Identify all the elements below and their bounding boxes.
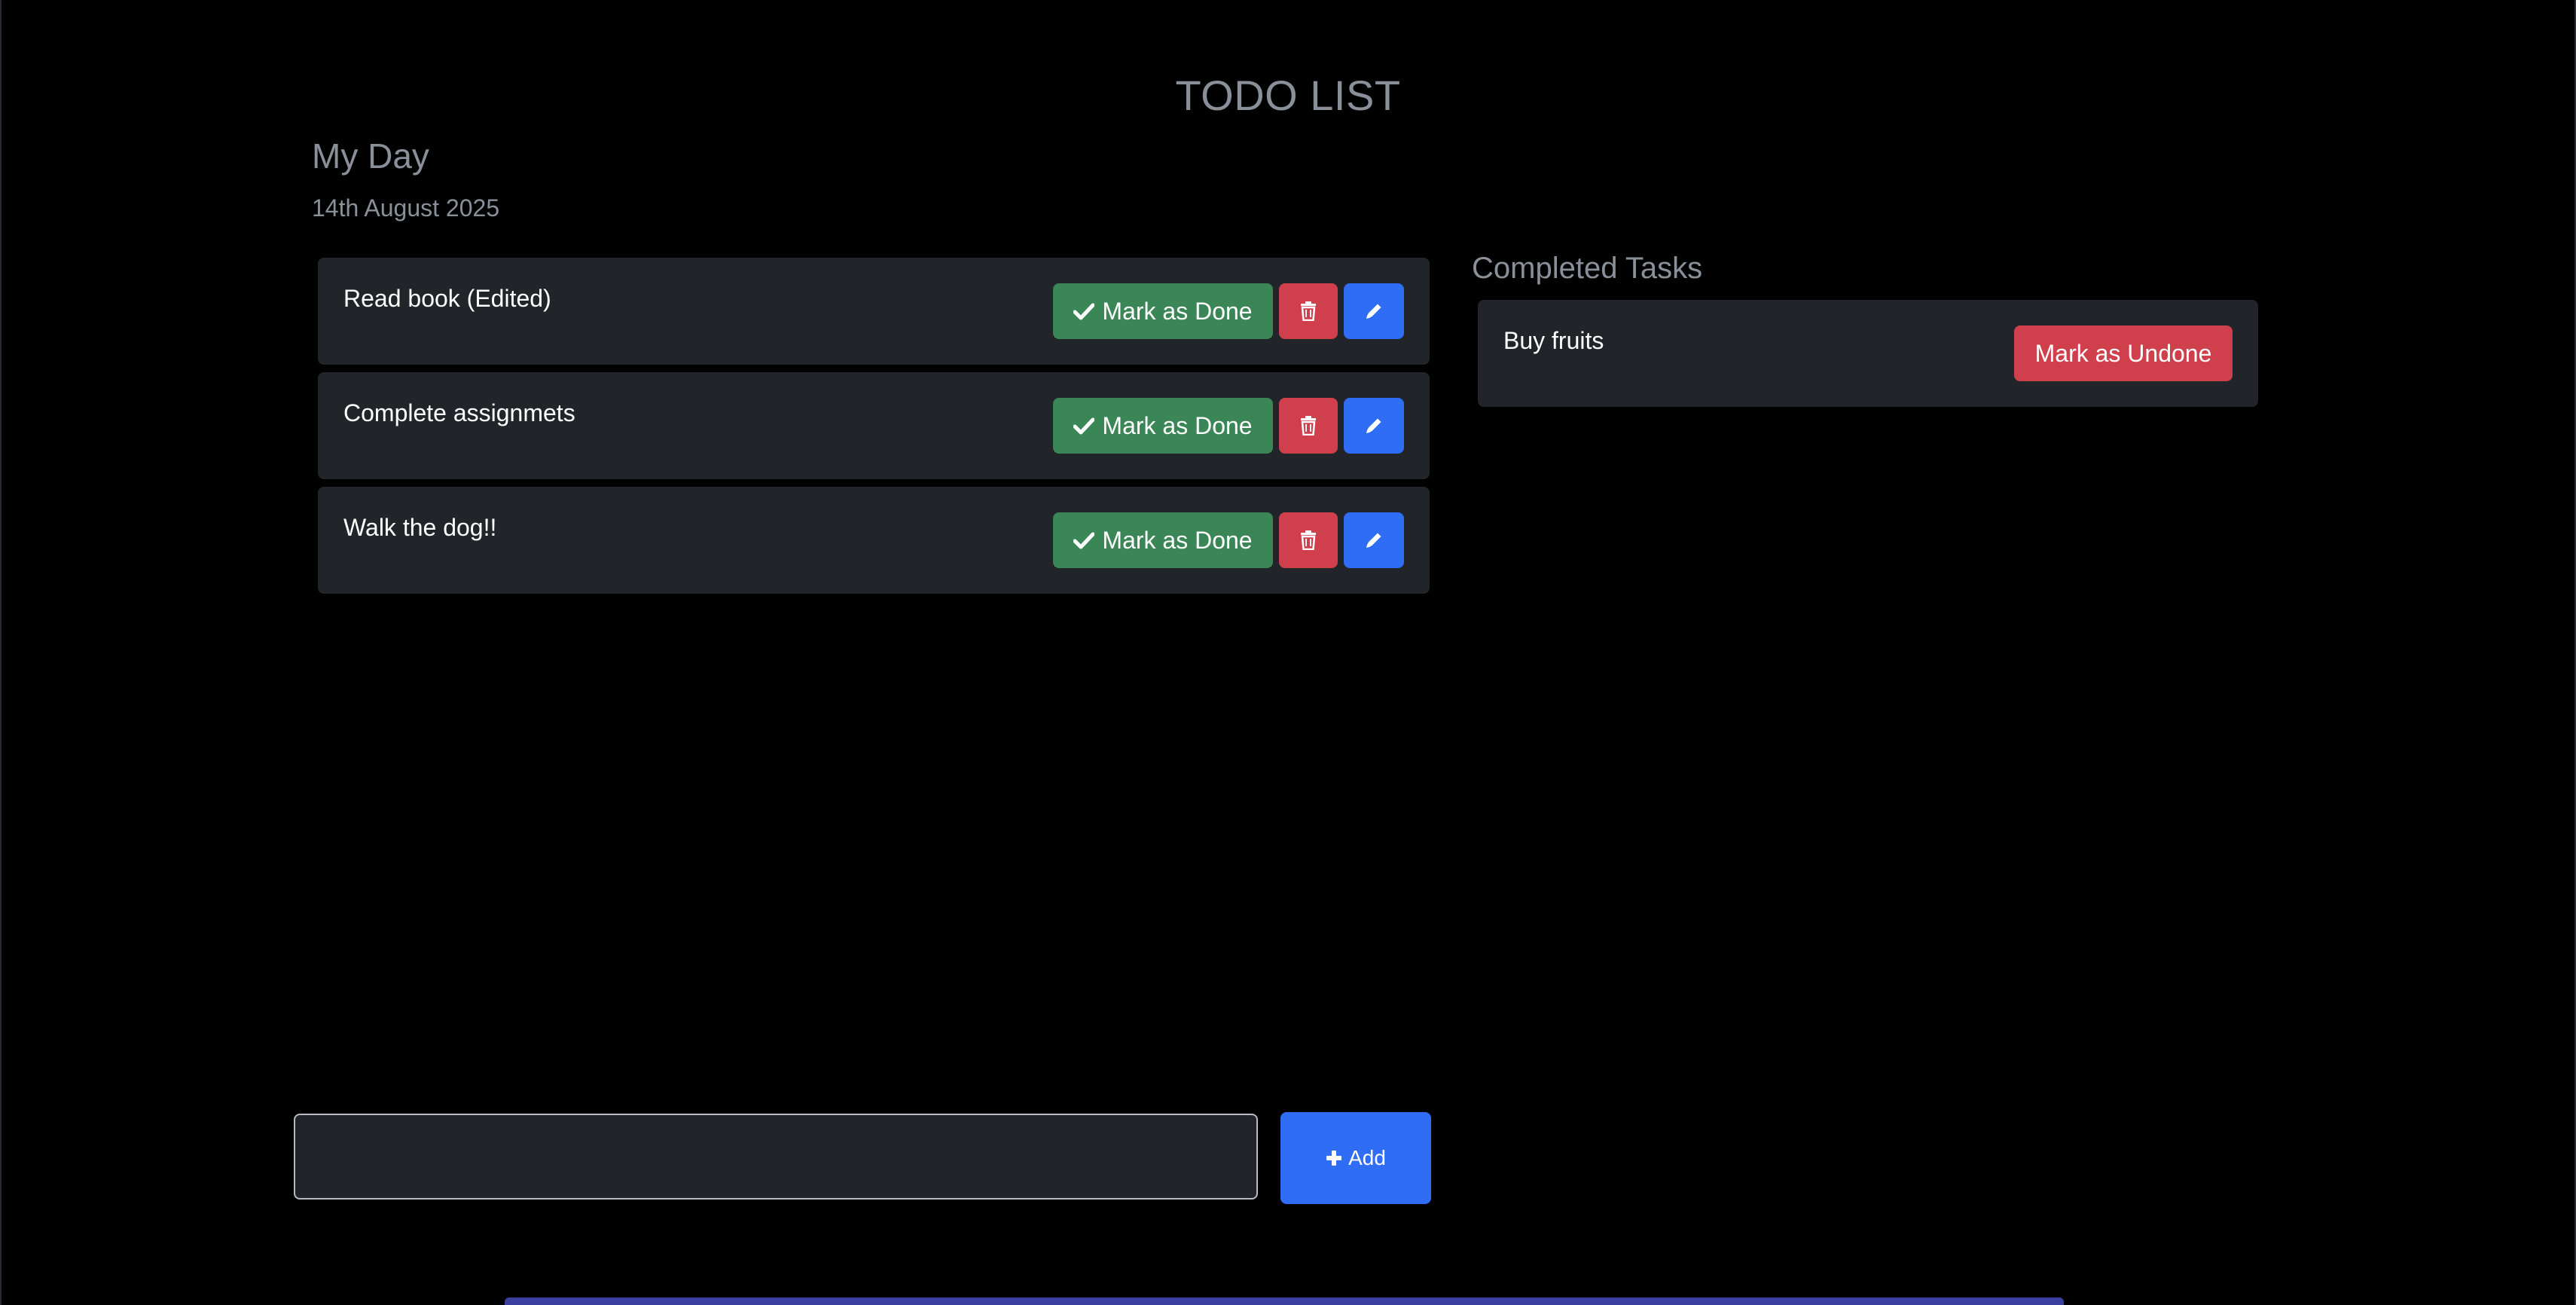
edit-button[interactable] [1344,398,1404,454]
check-icon [1073,531,1095,549]
pencil-icon [1364,301,1384,321]
section-date: 14th August 2025 [312,194,500,222]
mark-done-label: Mark as Done [1102,297,1253,325]
edit-button[interactable] [1344,512,1404,568]
task-item: Read book (Edited) Mark as Done [318,258,1430,365]
delete-button[interactable] [1279,512,1338,568]
mark-done-label: Mark as Done [1102,411,1253,439]
edit-button[interactable] [1344,283,1404,339]
trash-icon [1300,301,1317,321]
completed-task-text: Buy fruits [1503,327,1604,354]
task-text: Read book (Edited) [343,285,551,312]
pencil-icon [1364,530,1384,550]
trash-icon [1300,530,1317,550]
add-button[interactable]: Add [1280,1112,1431,1204]
page-title: TODO LIST [1175,72,1401,119]
delete-button[interactable] [1279,283,1338,339]
trash-icon [1300,416,1317,436]
mark-done-button[interactable]: Mark as Done [1053,283,1273,339]
section-title: My Day [312,136,429,176]
new-task-input[interactable] [294,1114,1258,1200]
mark-undone-button[interactable]: Mark as Undone [2014,325,2233,381]
mark-done-label: Mark as Done [1102,526,1253,554]
completed-list: Buy fruits Mark as Undone [1478,300,2258,407]
task-actions: Mark as Done [1053,398,1404,454]
completed-item: Buy fruits Mark as Undone [1478,300,2258,407]
task-item: Complete assignmets Mark as Done [318,372,1430,479]
plus-icon [1326,1150,1342,1166]
task-actions: Mark as Done [1053,512,1404,568]
completed-tasks-title: Completed Tasks [1472,252,1703,285]
pencil-icon [1364,416,1384,436]
check-icon [1073,417,1095,435]
task-text: Complete assignmets [343,399,575,426]
check-icon [1073,302,1095,320]
task-text: Walk the dog!! [343,514,497,541]
task-item: Walk the dog!! Mark as Done [318,487,1430,594]
mark-done-button[interactable]: Mark as Done [1053,398,1273,454]
window-bottom-bar [505,1297,2064,1305]
delete-button[interactable] [1279,398,1338,454]
task-actions: Mark as Done [1053,283,1404,339]
add-button-label: Add [1348,1146,1386,1169]
task-list: Read book (Edited) Mark as Done Complete… [318,258,1430,601]
mark-done-button[interactable]: Mark as Done [1053,512,1273,568]
